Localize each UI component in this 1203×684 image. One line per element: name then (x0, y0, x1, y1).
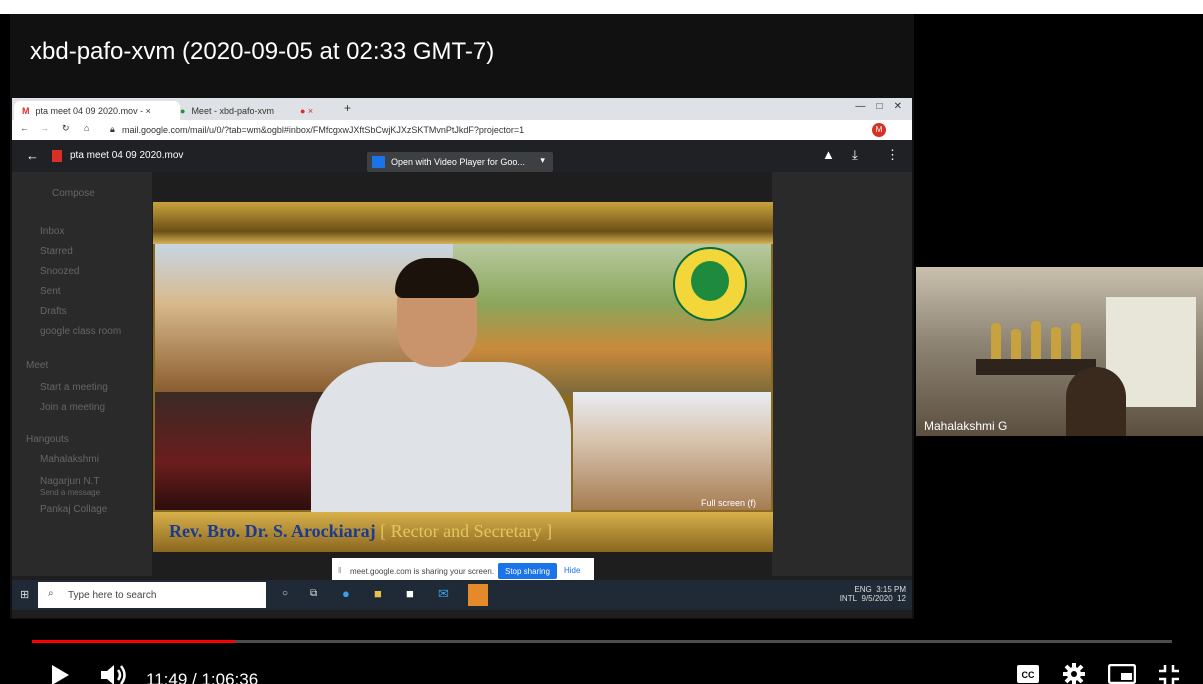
search-icon: ⌕ (48, 588, 54, 599)
video-player-icon (372, 156, 385, 168)
lower-third-caption: Rev. Bro. Dr. S. Arockiaraj [ Rector and… (153, 512, 773, 552)
open-with-label: Open with Video Player for Goo... (391, 157, 525, 167)
sidebar-item-sent[interactable]: Sent (40, 286, 61, 297)
lock-icon: 🔒︎ (110, 124, 115, 134)
time-display: 11:49 / 1:06:36 (146, 670, 259, 684)
speaker-name: Rev. Bro. Dr. S. Arockiaraj (169, 521, 376, 541)
captions-icon[interactable]: CC (1016, 664, 1040, 684)
url-text: mail.google.com/mail/u/0/?tab=wm&ogbl#in… (122, 125, 525, 135)
sharing-notice-text: meet.google.com is sharing your screen. (350, 567, 495, 576)
home-icon[interactable]: ⌂ (84, 123, 89, 133)
tab-label: Meet - xbd-pafo-xvm (191, 105, 274, 116)
chrome-icon[interactable] (468, 584, 488, 606)
new-tab-icon[interactable]: + (344, 101, 351, 115)
browser-tab-bar: M pta meet 04 09 2020.mov - × ● Meet - x… (12, 98, 912, 120)
search-placeholder: Type here to search (68, 589, 157, 601)
hangouts-header: Hangouts (26, 434, 69, 445)
auditorium-photo (155, 392, 325, 510)
dropdown-icon[interactable]: ▾ (540, 155, 545, 166)
gmail-right-panel (772, 172, 912, 576)
gmail-sidebar: Compose Inbox Starred Snoozed Sent Draft… (12, 172, 152, 576)
college-emblem-icon (673, 247, 747, 321)
video-player[interactable]: xbd-pafo-xvm (2020-09-05 at 02:33 GMT-7)… (0, 14, 1203, 684)
speaker-role: [ Rector and Secretary ] (380, 521, 553, 541)
tray-lang: ENG (854, 585, 872, 594)
store-icon[interactable]: ■ (406, 586, 414, 601)
browser-tab-gmail[interactable]: M pta meet 04 09 2020.mov - × (14, 101, 180, 120)
exit-fullscreen-icon[interactable] (1158, 664, 1180, 684)
start-meeting-item[interactable]: Start a meeting (40, 382, 108, 393)
gmail-icon: M (22, 105, 30, 116)
sidebar-item-starred[interactable]: Starred (40, 246, 73, 257)
participant-video-tile: Mahalakshmi G (916, 267, 1203, 436)
mail-icon[interactable]: ✉ (438, 586, 449, 602)
more-icon[interactable]: ⋮ (886, 147, 899, 163)
windows-start-icon[interactable]: ⊞ (20, 588, 29, 601)
recording-icon: ● × (299, 105, 314, 116)
fullscreen-hint: Full screen (f) (701, 498, 757, 508)
reload-icon[interactable]: ↻ (62, 123, 70, 134)
speaker-figure (311, 258, 571, 522)
video-frame[interactable]: Full screen (f) Rev. Bro. Dr. S. Arockia… (153, 202, 773, 552)
tray-time: 3:15 PM (876, 585, 906, 594)
sidebar-item-snoozed[interactable]: Snoozed (40, 266, 79, 277)
participant-name: Mahalakshmi G (924, 419, 1008, 433)
miniplayer-icon[interactable] (1108, 664, 1136, 684)
volume-icon[interactable] (100, 664, 130, 684)
join-meeting-item[interactable]: Join a meeting (40, 402, 105, 413)
hangout-contact[interactable]: Nagarjun N.T (40, 476, 99, 487)
system-tray: ENG 3:15 PM INTL 9/5/2020 12 (840, 585, 906, 603)
open-with-button[interactable]: Open with Video Player for Goo... ▾ (367, 152, 553, 172)
notification-badge[interactable]: 12 (897, 594, 906, 603)
taskbar-search-input[interactable]: ⌕ Type here to search (38, 582, 266, 608)
profile-avatar[interactable]: M (872, 123, 886, 137)
sidebar-item-drafts[interactable]: Drafts (40, 306, 67, 317)
windows-taskbar: ⊞ ⌕ Type here to search ○ ⧉ ● ■ ■ ✉ ENG … (12, 580, 912, 610)
edge-icon[interactable]: ● (342, 586, 350, 601)
tray-region: INTL (839, 594, 858, 603)
shared-browser-window: M pta meet 04 09 2020.mov - × ● Meet - x… (12, 98, 912, 618)
download-icon[interactable]: ⤓ (852, 147, 858, 163)
hangout-status: Send a message (40, 488, 101, 497)
gmail-viewer-bar: ← pta meet 04 09 2020.mov Open with Vide… (12, 140, 912, 172)
tab-label: pta meet 04 09 2020.mov - × (35, 105, 151, 116)
window-controls[interactable]: — □ ✕ (855, 101, 902, 112)
back-arrow-icon[interactable]: ← (26, 148, 39, 163)
meet-icon: ● (180, 105, 186, 116)
player-controls: 11:49 / 1:06:36 CC (0, 650, 1203, 684)
progress-bar[interactable] (32, 640, 1172, 643)
back-icon[interactable]: ← (20, 123, 29, 133)
file-name: pta meet 04 09 2020.mov (70, 150, 184, 161)
sidebar-item-google-class-room[interactable]: google class room (40, 326, 121, 337)
forward-icon[interactable]: → (40, 123, 49, 133)
cortana-icon[interactable]: ○ (282, 588, 288, 599)
compose-button[interactable]: Compose (52, 188, 95, 199)
browser-tab-meet[interactable]: ● Meet - xbd-pafo-xvm ● × (172, 101, 338, 120)
play-button[interactable] (50, 664, 70, 684)
hangout-contact[interactable]: Mahalakshmi (40, 454, 99, 465)
address-bar[interactable]: ← → ↻ ⌂ 🔒︎ mail.google.com/mail/u/0/?tab… (12, 120, 912, 141)
building-photo (573, 392, 771, 510)
drive-add-icon[interactable]: ▲ (822, 147, 835, 162)
video-title: xbd-pafo-xvm (2020-09-05 at 02:33 GMT-7) (30, 38, 495, 65)
meet-header: Meet (26, 360, 49, 371)
pause-icon: ‖ (338, 566, 342, 575)
sidebar-item-inbox[interactable]: Inbox (40, 226, 64, 237)
tray-date: 9/5/2020 (861, 594, 893, 603)
stop-sharing-button[interactable]: Stop sharing (498, 563, 557, 579)
hangout-contact[interactable]: Pankaj Collage (40, 504, 107, 515)
task-view-icon[interactable]: ⧉ (310, 588, 317, 599)
frame-border (153, 202, 773, 244)
progress-fill (32, 640, 235, 643)
file-icon (52, 150, 62, 162)
settings-gear-icon[interactable] (1062, 662, 1086, 684)
file-explorer-icon[interactable]: ■ (374, 586, 382, 601)
svg-text:CC: CC (1022, 670, 1035, 680)
hide-button[interactable]: Hide (564, 566, 580, 575)
